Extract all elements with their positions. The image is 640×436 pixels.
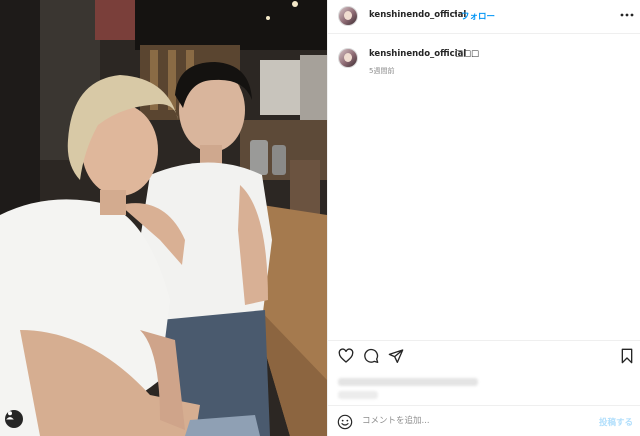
post-side-panel: kenshinendo_official • フォロー kenshinendo_… — [327, 0, 640, 436]
post-caption: kenshinendo_official □□□ 5週間前 — [328, 34, 640, 94]
bookmark-icon[interactable] — [619, 348, 635, 364]
comment-bar: 投稿する — [328, 405, 640, 436]
caption-avatar[interactable] — [338, 48, 358, 68]
profile-avatar[interactable] — [338, 6, 358, 26]
likes-info-blurred — [338, 378, 478, 386]
caption-text: □□□ — [455, 49, 480, 59]
follow-button[interactable]: フォロー — [461, 10, 495, 22]
action-bar — [328, 340, 640, 366]
date-info-blurred — [338, 391, 378, 399]
share-icon[interactable] — [388, 348, 404, 364]
user-tag-icon[interactable] — [5, 410, 23, 428]
header-username[interactable]: kenshinendo_official — [369, 10, 466, 20]
photo-scene — [0, 0, 327, 436]
caption-username[interactable]: kenshinendo_official — [369, 49, 466, 59]
heart-icon[interactable] — [338, 348, 354, 364]
post-comment-button[interactable]: 投稿する — [599, 416, 633, 428]
post-header: kenshinendo_official • フォロー — [328, 0, 640, 34]
post-timestamp[interactable]: 5週間前 — [369, 66, 394, 76]
post-photo[interactable] — [0, 0, 327, 436]
comment-icon[interactable] — [363, 348, 379, 364]
more-horizontal-icon[interactable] — [619, 7, 635, 23]
smile-icon[interactable] — [337, 414, 353, 430]
comment-input[interactable] — [362, 412, 562, 430]
header-separator: • — [453, 9, 459, 19]
